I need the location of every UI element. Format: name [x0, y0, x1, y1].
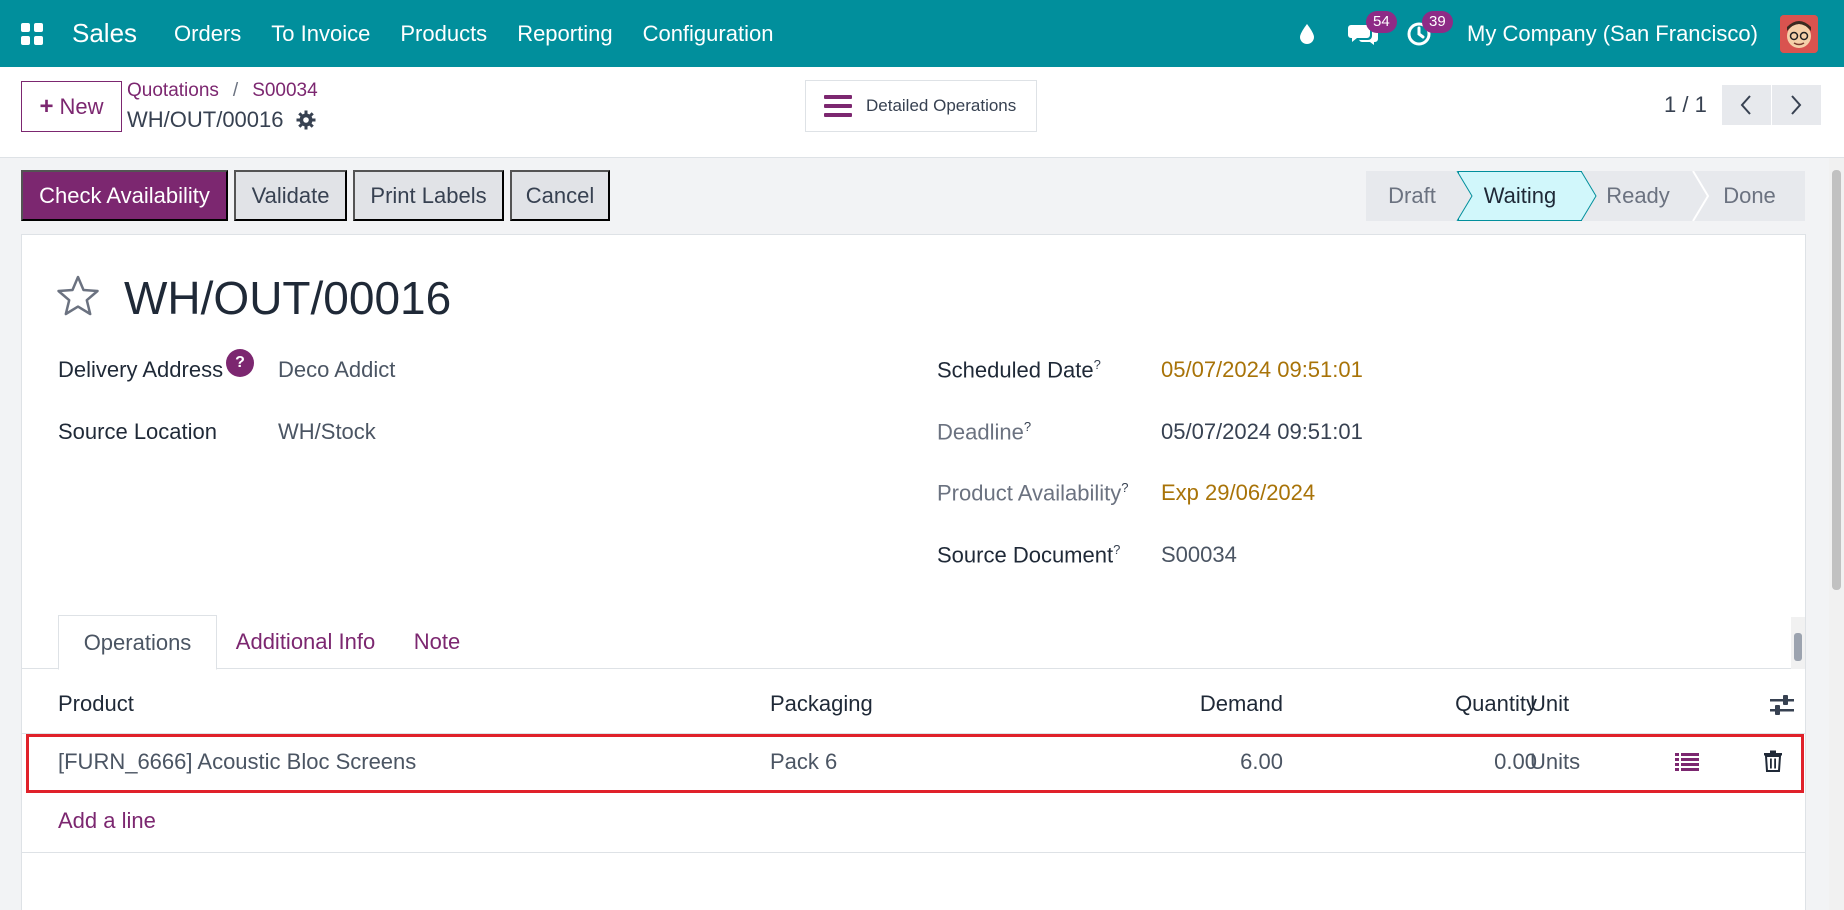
row-product-cell[interactable]: [FURN_6666] Acoustic Bloc Screens [58, 749, 416, 775]
plus-icon: + [39, 92, 54, 120]
tab-additional-info[interactable]: Additional Info [222, 615, 389, 669]
column-header-product[interactable]: Product [58, 691, 134, 717]
pager-previous-button[interactable] [1721, 85, 1771, 125]
gear-icon[interactable] [296, 110, 316, 130]
main-menu: Orders To Invoice Products Reporting Con… [159, 21, 788, 47]
column-header-unit[interactable]: Unit [1530, 691, 1569, 717]
delivery-address-help-badge[interactable]: ? [226, 349, 254, 377]
chevron-right-icon [1791, 95, 1802, 115]
company-switcher[interactable]: My Company (San Francisco) [1467, 21, 1758, 47]
source-document-field[interactable]: S00034 [1161, 542, 1237, 568]
activities-count-badge: 39 [1422, 11, 1453, 33]
detailed-operations-label: Detailed Operations [866, 96, 1017, 115]
product-availability-label-text: Product Availability [937, 480, 1122, 506]
pager: 1 / 1 [1664, 85, 1821, 125]
row-demand-cell[interactable]: 6.00 [1122, 749, 1283, 775]
user-avatar[interactable] [1780, 14, 1818, 53]
status-arrows-decoration [1456, 171, 1710, 221]
tabs-scrollbar-thumb[interactable] [1794, 633, 1802, 661]
breadcrumb-sale-order[interactable]: S00034 [252, 80, 318, 102]
apps-menu-icon[interactable] [0, 0, 64, 67]
column-header-demand[interactable]: Demand [1122, 691, 1283, 717]
detailed-operations-button[interactable]: Detailed Operations [805, 80, 1037, 132]
top-navbar: Sales Orders To Invoice Products Reporti… [0, 0, 1844, 67]
menu-to-invoice[interactable]: To Invoice [256, 21, 385, 47]
delivery-address-field[interactable]: Deco Addict [278, 357, 395, 383]
activity-clock-icon[interactable]: 39 [1395, 0, 1453, 67]
table-bottom-divider [22, 852, 1805, 853]
chevron-left-icon [1740, 95, 1752, 115]
status-bar: Draft Waiting Ready Done [1366, 171, 1805, 221]
validate-button[interactable]: Validate [234, 170, 347, 221]
source-location-field[interactable]: WH/Stock [278, 419, 376, 445]
pager-next-button[interactable] [1771, 85, 1821, 125]
source-document-label-text: Source Document [937, 542, 1114, 568]
breadcrumb-separator: / [232, 80, 239, 101]
deadline-help-mark[interactable]: ? [1024, 419, 1031, 434]
deadline-label-text: Deadline [937, 419, 1024, 445]
droplet-icon[interactable] [1283, 0, 1331, 67]
scheduled-date-field[interactable]: 05/07/2024 09:51:01 [1161, 357, 1363, 383]
source-document-label: Source Document? [937, 542, 1120, 568]
record-title: WH/OUT/00016 [124, 272, 452, 324]
breadcrumb: Quotations / S00034 [127, 80, 318, 102]
star-icon[interactable] [56, 275, 100, 322]
row-packaging-cell[interactable]: Pack 6 [770, 749, 837, 775]
notebook-tabs: Operations Additional Info Note [22, 615, 1805, 670]
hamburger-icon [824, 94, 852, 118]
source-document-help-mark[interactable]: ? [1113, 542, 1120, 557]
product-availability-label: Product Availability? [937, 480, 1128, 506]
scheduled-date-help-mark[interactable]: ? [1094, 357, 1101, 372]
product-availability-field: Exp 29/06/2024 [1161, 480, 1316, 505]
optional-columns-sliders-icon[interactable] [1767, 690, 1797, 720]
messages-count-badge: 54 [1366, 11, 1397, 33]
pager-value[interactable]: 1 / 1 [1664, 92, 1707, 118]
column-header-quantity[interactable]: Quantity [1422, 691, 1537, 717]
app-name[interactable]: Sales [72, 18, 137, 49]
delivery-address-label: Delivery Address [58, 357, 224, 382]
row-quantity-cell[interactable]: 0.00 [1422, 749, 1537, 775]
print-labels-button[interactable]: Print Labels [353, 170, 504, 221]
check-availability-button[interactable]: Check Availability [21, 170, 228, 221]
source-location-label: Source Location [58, 419, 217, 444]
tab-note[interactable]: Note [394, 615, 480, 669]
deadline-field: 05/07/2024 09:51:01 [1161, 419, 1363, 444]
tabs-scrollbar[interactable] [1791, 617, 1805, 669]
trash-icon[interactable] [1758, 746, 1788, 776]
product-availability-help-mark[interactable]: ? [1121, 480, 1128, 495]
menu-configuration[interactable]: Configuration [628, 21, 789, 47]
add-a-line-link[interactable]: Add a line [58, 808, 156, 834]
cancel-button[interactable]: Cancel [510, 170, 610, 221]
menu-reporting[interactable]: Reporting [502, 21, 627, 47]
messages-icon[interactable]: 54 [1339, 0, 1397, 67]
page-scrollbar[interactable] [1829, 158, 1844, 910]
column-header-packaging[interactable]: Packaging [770, 691, 873, 717]
scheduled-date-label-text: Scheduled Date [937, 357, 1094, 383]
new-button[interactable]: + New [21, 81, 122, 132]
new-button-label: New [59, 93, 104, 119]
row-unit-cell[interactable]: Units [1530, 749, 1580, 775]
menu-orders[interactable]: Orders [159, 21, 256, 47]
current-record-name: WH/OUT/00016 [127, 107, 284, 132]
breadcrumb-current-record: WH/OUT/00016 [127, 107, 316, 133]
tab-operations[interactable]: Operations [58, 615, 217, 670]
scheduled-date-label: Scheduled Date? [937, 357, 1101, 383]
form-sheet: WH/OUT/00016 Delivery Address ? Deco Add… [21, 234, 1806, 910]
navbar-systray: 54 39 My Company (San Francisco) [1275, 0, 1844, 67]
page-scrollbar-thumb[interactable] [1832, 170, 1841, 590]
deadline-label: Deadline? [937, 419, 1031, 445]
menu-products[interactable]: Products [385, 21, 502, 47]
detailed-operations-list-icon[interactable] [1672, 747, 1702, 777]
breadcrumb-quotations[interactable]: Quotations [127, 80, 219, 102]
control-panel: + New Quotations / S00034 WH/OUT/00016 D… [0, 67, 1844, 158]
